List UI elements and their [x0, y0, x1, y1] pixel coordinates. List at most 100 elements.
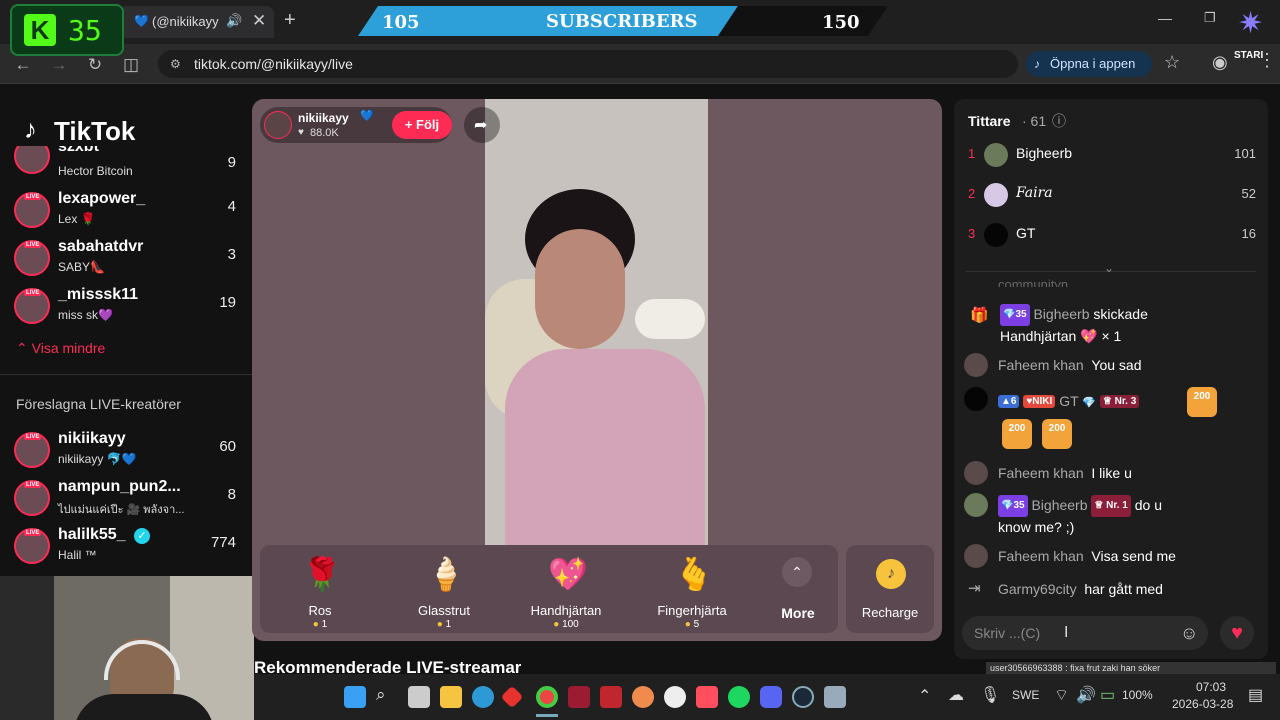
chat-input[interactable]: Skriv ...(C) I ☺	[962, 616, 1208, 650]
chrome-icon[interactable]	[536, 686, 558, 708]
show-less-button[interactable]: ⌃ Visa mindre	[16, 340, 105, 357]
audio-icon[interactable]: 🔊	[226, 13, 242, 29]
acrobat-icon[interactable]	[568, 686, 590, 708]
sidebar-item-following-0[interactable]: szxbt Hector Bitcoin 9	[14, 146, 246, 182]
windows-start-icon[interactable]	[344, 686, 366, 708]
gift-fingerhjarta[interactable]: 🫰 Fingerhjärta ● 5	[632, 553, 752, 630]
split-view-icon[interactable]: ◫	[120, 54, 142, 76]
chat-username[interactable]: Garmy69city	[998, 581, 1077, 597]
minimize-icon[interactable]: —	[1158, 10, 1172, 26]
gift-name: Ros	[308, 603, 332, 618]
app-tf-icon[interactable]	[696, 686, 718, 708]
shield-app-icon[interactable]	[600, 686, 622, 708]
gift-handhjartan[interactable]: 💖 Handhjärtan ● 100	[506, 553, 626, 630]
chevron-up-icon[interactable]: ⌃	[918, 686, 931, 706]
stari-logo: ✷ STARI	[1232, 6, 1276, 68]
sidebar-item-following-3[interactable]: LIVE _misssk11 miss sk💜 19	[14, 284, 246, 328]
profile-icon[interactable]: ◉	[1212, 52, 1228, 73]
system-tray-icon[interactable]: ☁	[948, 685, 964, 705]
sidebar-item-suggested-2[interactable]: LIVE halilk55_ ✓ Halil ™ 774	[14, 524, 246, 568]
sidebar-item-following-2[interactable]: LIVE sabahatdvr SABY👠 3	[14, 236, 246, 280]
top-viewer-row[interactable]: 1 Bigheerb 101	[968, 141, 1256, 169]
app-white-icon[interactable]	[664, 686, 686, 708]
avatar[interactable]	[964, 544, 988, 568]
reload-icon[interactable]: ↻	[84, 54, 106, 76]
viewer-count: 774	[210, 534, 236, 551]
gift-ros[interactable]: 🌹 Ros ● 1	[260, 553, 380, 630]
close-tab-icon[interactable]: ✕	[252, 11, 266, 31]
recharge-button[interactable]: ♪ Recharge	[846, 545, 934, 633]
browser-tab[interactable]: 💙 (@nikiikayy 🔊 ✕	[118, 6, 274, 38]
notifications-icon[interactable]: ▤	[1248, 685, 1263, 705]
help-icon[interactable]: ⓘ	[1052, 111, 1066, 131]
clock-date[interactable]: 2026-03-28	[1172, 697, 1233, 711]
avatar[interactable]	[964, 353, 988, 377]
live-video[interactable]	[485, 99, 708, 545]
star-burst-icon: ✷	[1238, 7, 1264, 40]
steam-icon[interactable]	[792, 686, 814, 708]
app-diamond-icon[interactable]	[500, 685, 524, 709]
host-avatar[interactable]	[264, 111, 292, 139]
bookmark-star-icon[interactable]: ☆	[1164, 52, 1180, 73]
viewer-rank: 3	[968, 226, 976, 241]
forward-icon[interactable]: →	[48, 54, 70, 76]
chat-message-joined: ⇥ Garmy69city har gått med	[964, 577, 1264, 603]
avatar[interactable]	[964, 387, 988, 411]
follow-button[interactable]: + Följ	[392, 111, 452, 139]
chat-username[interactable]: Faheem khan	[998, 548, 1084, 564]
coin-icon: ♪	[876, 559, 906, 589]
viewers-title: Tittare	[968, 113, 1011, 129]
clock-time[interactable]: 07:03	[1196, 680, 1226, 694]
notification-text: user30566963388 : fixa frut zaki han sök…	[990, 663, 1161, 673]
edge-icon[interactable]	[472, 686, 494, 708]
minutes-badge-icon: 200	[1002, 419, 1032, 449]
open-in-app-button[interactable]: ♪ Öppna i appen	[1026, 51, 1152, 77]
likes-icon: ♥	[298, 127, 304, 138]
calculator-icon[interactable]	[824, 686, 846, 708]
avatar: LIVE	[14, 288, 50, 324]
creator-name: _misssk11	[58, 286, 139, 303]
sidebar-item-suggested-0[interactable]: LIVE nikiikayy nikiikayy 🐬💙 60	[14, 428, 246, 472]
sidebar-item-following-1[interactable]: LIVE lexapower_ Lex 🌹 4	[14, 188, 246, 232]
volume-icon[interactable]: 🔊	[1076, 685, 1096, 705]
battery-icon[interactable]: ▭	[1100, 685, 1115, 705]
rose-icon: 🌹	[302, 556, 342, 592]
emoji-icon[interactable]: ☺	[1180, 616, 1198, 650]
sidebar-item-suggested-1[interactable]: LIVE nampun_pun2... ไปแม่นแค่เปีะ 🎥 พลัง…	[14, 476, 246, 520]
more-gifts-button[interactable]: ⌃ More	[766, 553, 830, 629]
chat-username[interactable]: Bigheerb	[1031, 497, 1087, 513]
viewer-count: 8	[227, 486, 236, 503]
language-indicator[interactable]: SWE	[1012, 688, 1039, 702]
spotify-icon[interactable]	[728, 686, 750, 708]
discord-icon[interactable]	[760, 686, 782, 708]
gift-price-value: 5	[693, 619, 700, 630]
active-indicator	[536, 714, 558, 717]
headphones-icon	[104, 640, 180, 680]
task-view-icon[interactable]	[408, 686, 430, 708]
chat-username[interactable]: Faheem khan	[998, 465, 1084, 481]
top-viewer-row[interactable]: 3 GT 16	[968, 221, 1256, 249]
top-viewer-row[interactable]: 2 Faira 52	[968, 181, 1256, 209]
viewer-name: Faira	[1016, 185, 1053, 201]
gift-glasstrut[interactable]: 🍦 Glasstrut ● 1	[384, 553, 504, 630]
app-orange-icon[interactable]	[632, 686, 654, 708]
like-button[interactable]: ♥	[1220, 616, 1254, 650]
avatar[interactable]	[964, 461, 988, 485]
restore-icon[interactable]: ❐	[1204, 10, 1216, 26]
chevron-down-icon[interactable]: ⌄	[1104, 261, 1114, 275]
wifi-icon[interactable]: ⌔	[1054, 685, 1069, 705]
new-tab-icon[interactable]: +	[284, 9, 296, 32]
search-icon[interactable]: ⌕	[376, 685, 386, 705]
share-button[interactable]: ➦	[464, 107, 500, 143]
file-explorer-icon[interactable]	[440, 686, 462, 708]
back-icon[interactable]: ←	[12, 54, 34, 76]
microphone-icon[interactable]: 🎙	[980, 685, 1000, 705]
url-field[interactable]: ⚙ tiktok.com/@nikiikayy/live	[158, 50, 1018, 78]
site-settings-icon[interactable]: ⚙	[170, 50, 181, 78]
chat-username[interactable]: Faheem khan	[998, 357, 1084, 373]
avatar[interactable]	[964, 493, 988, 517]
chat-username[interactable]: Bigheerb	[1033, 306, 1089, 322]
chat-username[interactable]: GT	[1059, 393, 1078, 409]
hand-heart-icon: 💖	[548, 556, 588, 592]
more-label: More	[781, 605, 815, 621]
